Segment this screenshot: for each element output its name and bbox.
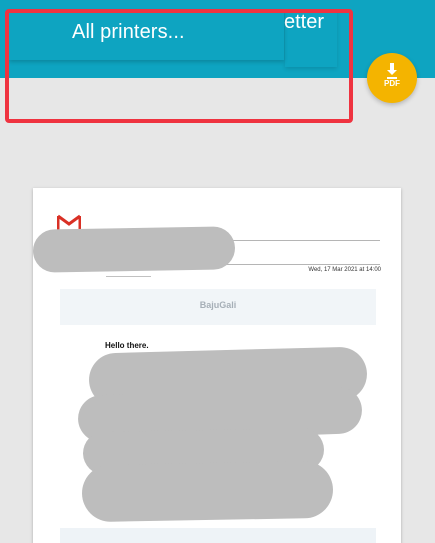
- recipient-line: [106, 276, 151, 277]
- brand-banner: BajuGali: [60, 289, 376, 325]
- download-pdf-button[interactable]: PDF: [367, 53, 417, 103]
- footer-banner: [60, 528, 376, 543]
- red-highlight-box: [5, 9, 353, 123]
- brand-name: BajuGali: [199, 300, 237, 310]
- redaction-subject: [32, 226, 236, 273]
- redaction-body-4: [81, 460, 334, 523]
- pdf-label: PDF: [384, 79, 400, 88]
- greeting-text: Hello there.: [105, 341, 149, 350]
- print-preview-screen: All printers... etter PDF Wed, 17 Mar 20…: [0, 0, 435, 543]
- email-date: Wed, 17 Mar 2021 at 14:00: [308, 267, 381, 273]
